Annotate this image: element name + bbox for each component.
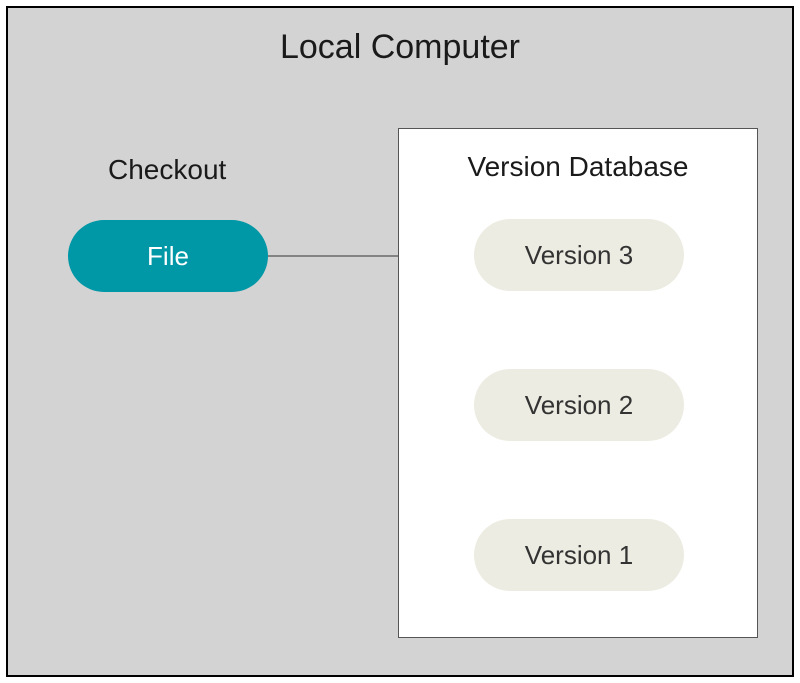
checkout-label: Checkout bbox=[108, 154, 226, 186]
diagram-title: Local Computer bbox=[8, 28, 792, 67]
version-2-label: Version 2 bbox=[525, 390, 633, 421]
version-1-node: Version 1 bbox=[474, 519, 684, 591]
version-1-label: Version 1 bbox=[525, 540, 633, 571]
file-node-label: File bbox=[147, 241, 189, 272]
version-3-node: Version 3 bbox=[474, 219, 684, 291]
file-node: File bbox=[68, 220, 268, 292]
version-3-label: Version 3 bbox=[525, 240, 633, 271]
version-2-node: Version 2 bbox=[474, 369, 684, 441]
database-title: Version Database bbox=[399, 151, 757, 183]
version-database-container: Version Database Version 3 Version 2 Ver… bbox=[398, 128, 758, 638]
local-computer-container: Local Computer Checkout File Version Dat… bbox=[6, 6, 794, 677]
